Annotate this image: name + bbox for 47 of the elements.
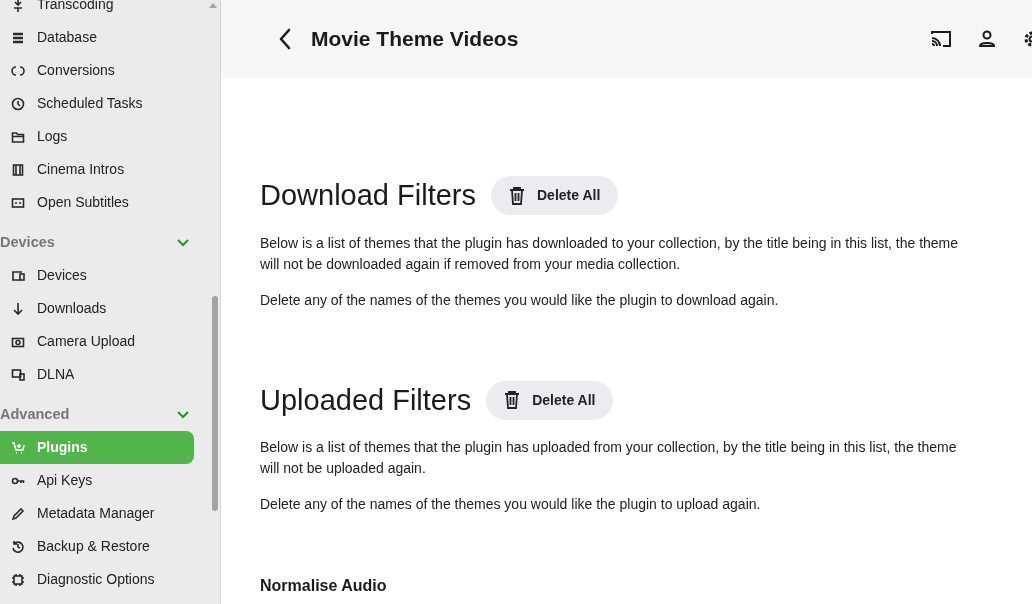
nav-item[interactable]: Metadata Manager [0, 497, 194, 530]
nav-item[interactable]: Database [0, 21, 194, 54]
cast-icon[interactable] [930, 30, 952, 48]
nav-item[interactable]: Cinema Intros [0, 153, 194, 186]
description-text: Below is a list of themes that the plugin has uploaded from your collection, by the title being in this list, the theme will not be uploaded again. [260, 438, 958, 478]
nav-icon [11, 268, 25, 283]
nav-icon [11, 30, 25, 45]
nav-item[interactable]: DLNA [0, 358, 194, 391]
nav-item[interactable]: Conversions [0, 54, 194, 87]
nav-item[interactable]: Devices [0, 259, 194, 292]
nav-icon [11, 63, 25, 78]
nav-icon [11, 195, 25, 210]
description-text: Delete any of the names of the themes you would like the plugin to upload again. [260, 495, 762, 514]
section-title: Uploaded Filters [260, 382, 472, 418]
chevron-down-icon[interactable] [177, 410, 189, 419]
nav-item[interactable]: Downloads [0, 292, 194, 325]
section-heading: Advanced [0, 404, 70, 424]
delete-all-button[interactable]: Delete All [486, 380, 614, 420]
nav-item[interactable]: Camera Upload [0, 325, 194, 358]
nav-item[interactable]: Logs [0, 120, 194, 153]
subheading: Normalise Audio [260, 577, 388, 595]
nav-icon [11, 129, 25, 144]
trash-icon [509, 186, 525, 205]
nav-item[interactable]: Open Subtitles [0, 186, 194, 219]
nav-item[interactable]: Backup & Restore [0, 530, 194, 563]
chevron-down-icon[interactable] [177, 238, 189, 247]
nav-icon [11, 367, 25, 382]
description-text: Below is a list of themes that the plugin has downloaded to your collection, by the title being in this list, the theme will not be downloaded again if removed from your media collection. [260, 233, 960, 274]
section-title: Download Filters [260, 178, 476, 213]
user-icon[interactable] [978, 30, 996, 48]
trash-icon [504, 391, 521, 410]
scrollbar-thumb[interactable] [212, 296, 218, 511]
nav-icon [11, 301, 25, 316]
nav-item[interactable]: Scheduled Tasks [0, 87, 194, 120]
delete-all-button[interactable]: Delete All [491, 176, 619, 216]
nav-icon [11, 506, 25, 521]
nav-icon [11, 0, 25, 12]
nav-icon [11, 162, 25, 177]
section-heading: Devices [0, 232, 55, 252]
description-text: Delete any of the names of the themes you would like the plugin to download again. [260, 290, 780, 310]
nav-item[interactable]: Diagnostic Options [0, 563, 194, 596]
nav-icon [11, 572, 25, 587]
nav-icon [11, 539, 25, 554]
nav-icon [11, 96, 25, 111]
page-title: Movie Theme Videos [311, 26, 519, 53]
nav-item[interactable]: Api Keys [0, 464, 194, 497]
nav-icon [11, 440, 25, 455]
